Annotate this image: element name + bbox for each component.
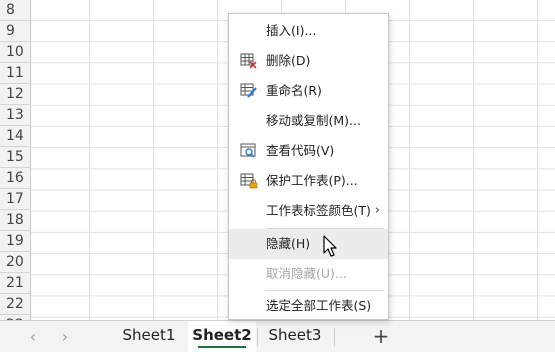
menu-item-select-all-sheets[interactable]: 选定全部工作表(S) [229,291,388,321]
menu-item-label: 插入(I)... [266,23,317,38]
tab-divider [334,328,335,346]
delete-sheet-icon [240,53,258,69]
menu-item-delete[interactable]: 删除(D) [229,46,388,76]
menu-item-move-or-copy[interactable]: 移动或复制(M)... [229,106,388,136]
menu-item-rename[interactable]: 重命名(R) [229,76,388,106]
menu-item-view-code[interactable]: 查看代码(V) [229,136,388,166]
row-number[interactable]: 12 [0,84,30,105]
sheet-tab-sheet3[interactable]: Sheet3 [264,321,326,352]
row-number[interactable]: 21 [0,273,30,294]
row-number[interactable]: 20 [0,252,30,273]
menu-item-tab-color[interactable]: 工作表标签颜色(T) › [229,196,388,226]
menu-item-unhide[interactable]: 取消隐藏(U)... [229,259,388,289]
row-header: 8 9 10 11 12 13 14 15 16 17 18 19 20 21 … [0,0,31,320]
sheet-tab-bar: ‹ › Sheet1 Sheet2 Sheet3 + [0,320,555,352]
submenu-chevron-icon: › [374,203,380,218]
menu-item-label: 取消隐藏(U)... [266,266,347,281]
sheet-tab-sheet1[interactable]: Sheet1 [118,321,180,352]
row-number[interactable]: 11 [0,63,30,84]
menu-item-label: 工作表标签颜色(T) [266,203,371,218]
menu-item-label: 查看代码(V) [266,143,335,158]
menu-item-label: 保护工作表(P)... [266,173,358,188]
sheet-tab-label: Sheet2 [192,326,252,344]
mouse-pointer-icon [323,235,339,259]
menu-item-label: 重命名(R) [266,83,322,98]
row-number[interactable]: 15 [0,147,30,168]
row-number[interactable]: 22 [0,294,30,315]
row-number[interactable]: 19 [0,231,30,252]
row-number[interactable]: 18 [0,210,30,231]
sheet-tab-sheet2[interactable]: Sheet2 [188,321,256,352]
menu-item-label: 移动或复制(M)... [266,113,361,128]
sheet-tab-context-menu: 插入(I)... 删除(D) 重命名(R) 移动或复制(M)... 查看代码(V… [228,13,389,320]
active-tab-underline [198,346,246,348]
rename-sheet-icon [240,83,258,99]
scroll-tabs-right-icon[interactable]: › [55,327,75,347]
row-number[interactable]: 10 [0,42,30,63]
view-code-icon [240,143,258,159]
menu-item-hide[interactable]: 隐藏(H) [229,229,388,259]
menu-item-label: 删除(D) [266,53,311,68]
scroll-tabs-left-icon[interactable]: ‹ [23,327,43,347]
sheet-tab-label: Sheet3 [268,326,322,344]
menu-item-label: 隐藏(H) [266,236,311,251]
row-number[interactable]: 13 [0,105,30,126]
tab-divider [257,328,258,346]
sheet-tab-label: Sheet1 [122,326,176,344]
protect-sheet-icon [240,173,258,189]
row-number[interactable]: 8 [0,0,30,21]
row-number[interactable]: 14 [0,126,30,147]
menu-item-insert[interactable]: 插入(I)... [229,16,388,46]
row-number[interactable]: 17 [0,189,30,210]
menu-item-protect-sheet[interactable]: 保护工作表(P)... [229,166,388,196]
row-number[interactable]: 9 [0,21,30,42]
add-sheet-button[interactable]: + [371,322,391,350]
row-number[interactable]: 16 [0,168,30,189]
menu-item-label: 选定全部工作表(S) [266,298,372,313]
